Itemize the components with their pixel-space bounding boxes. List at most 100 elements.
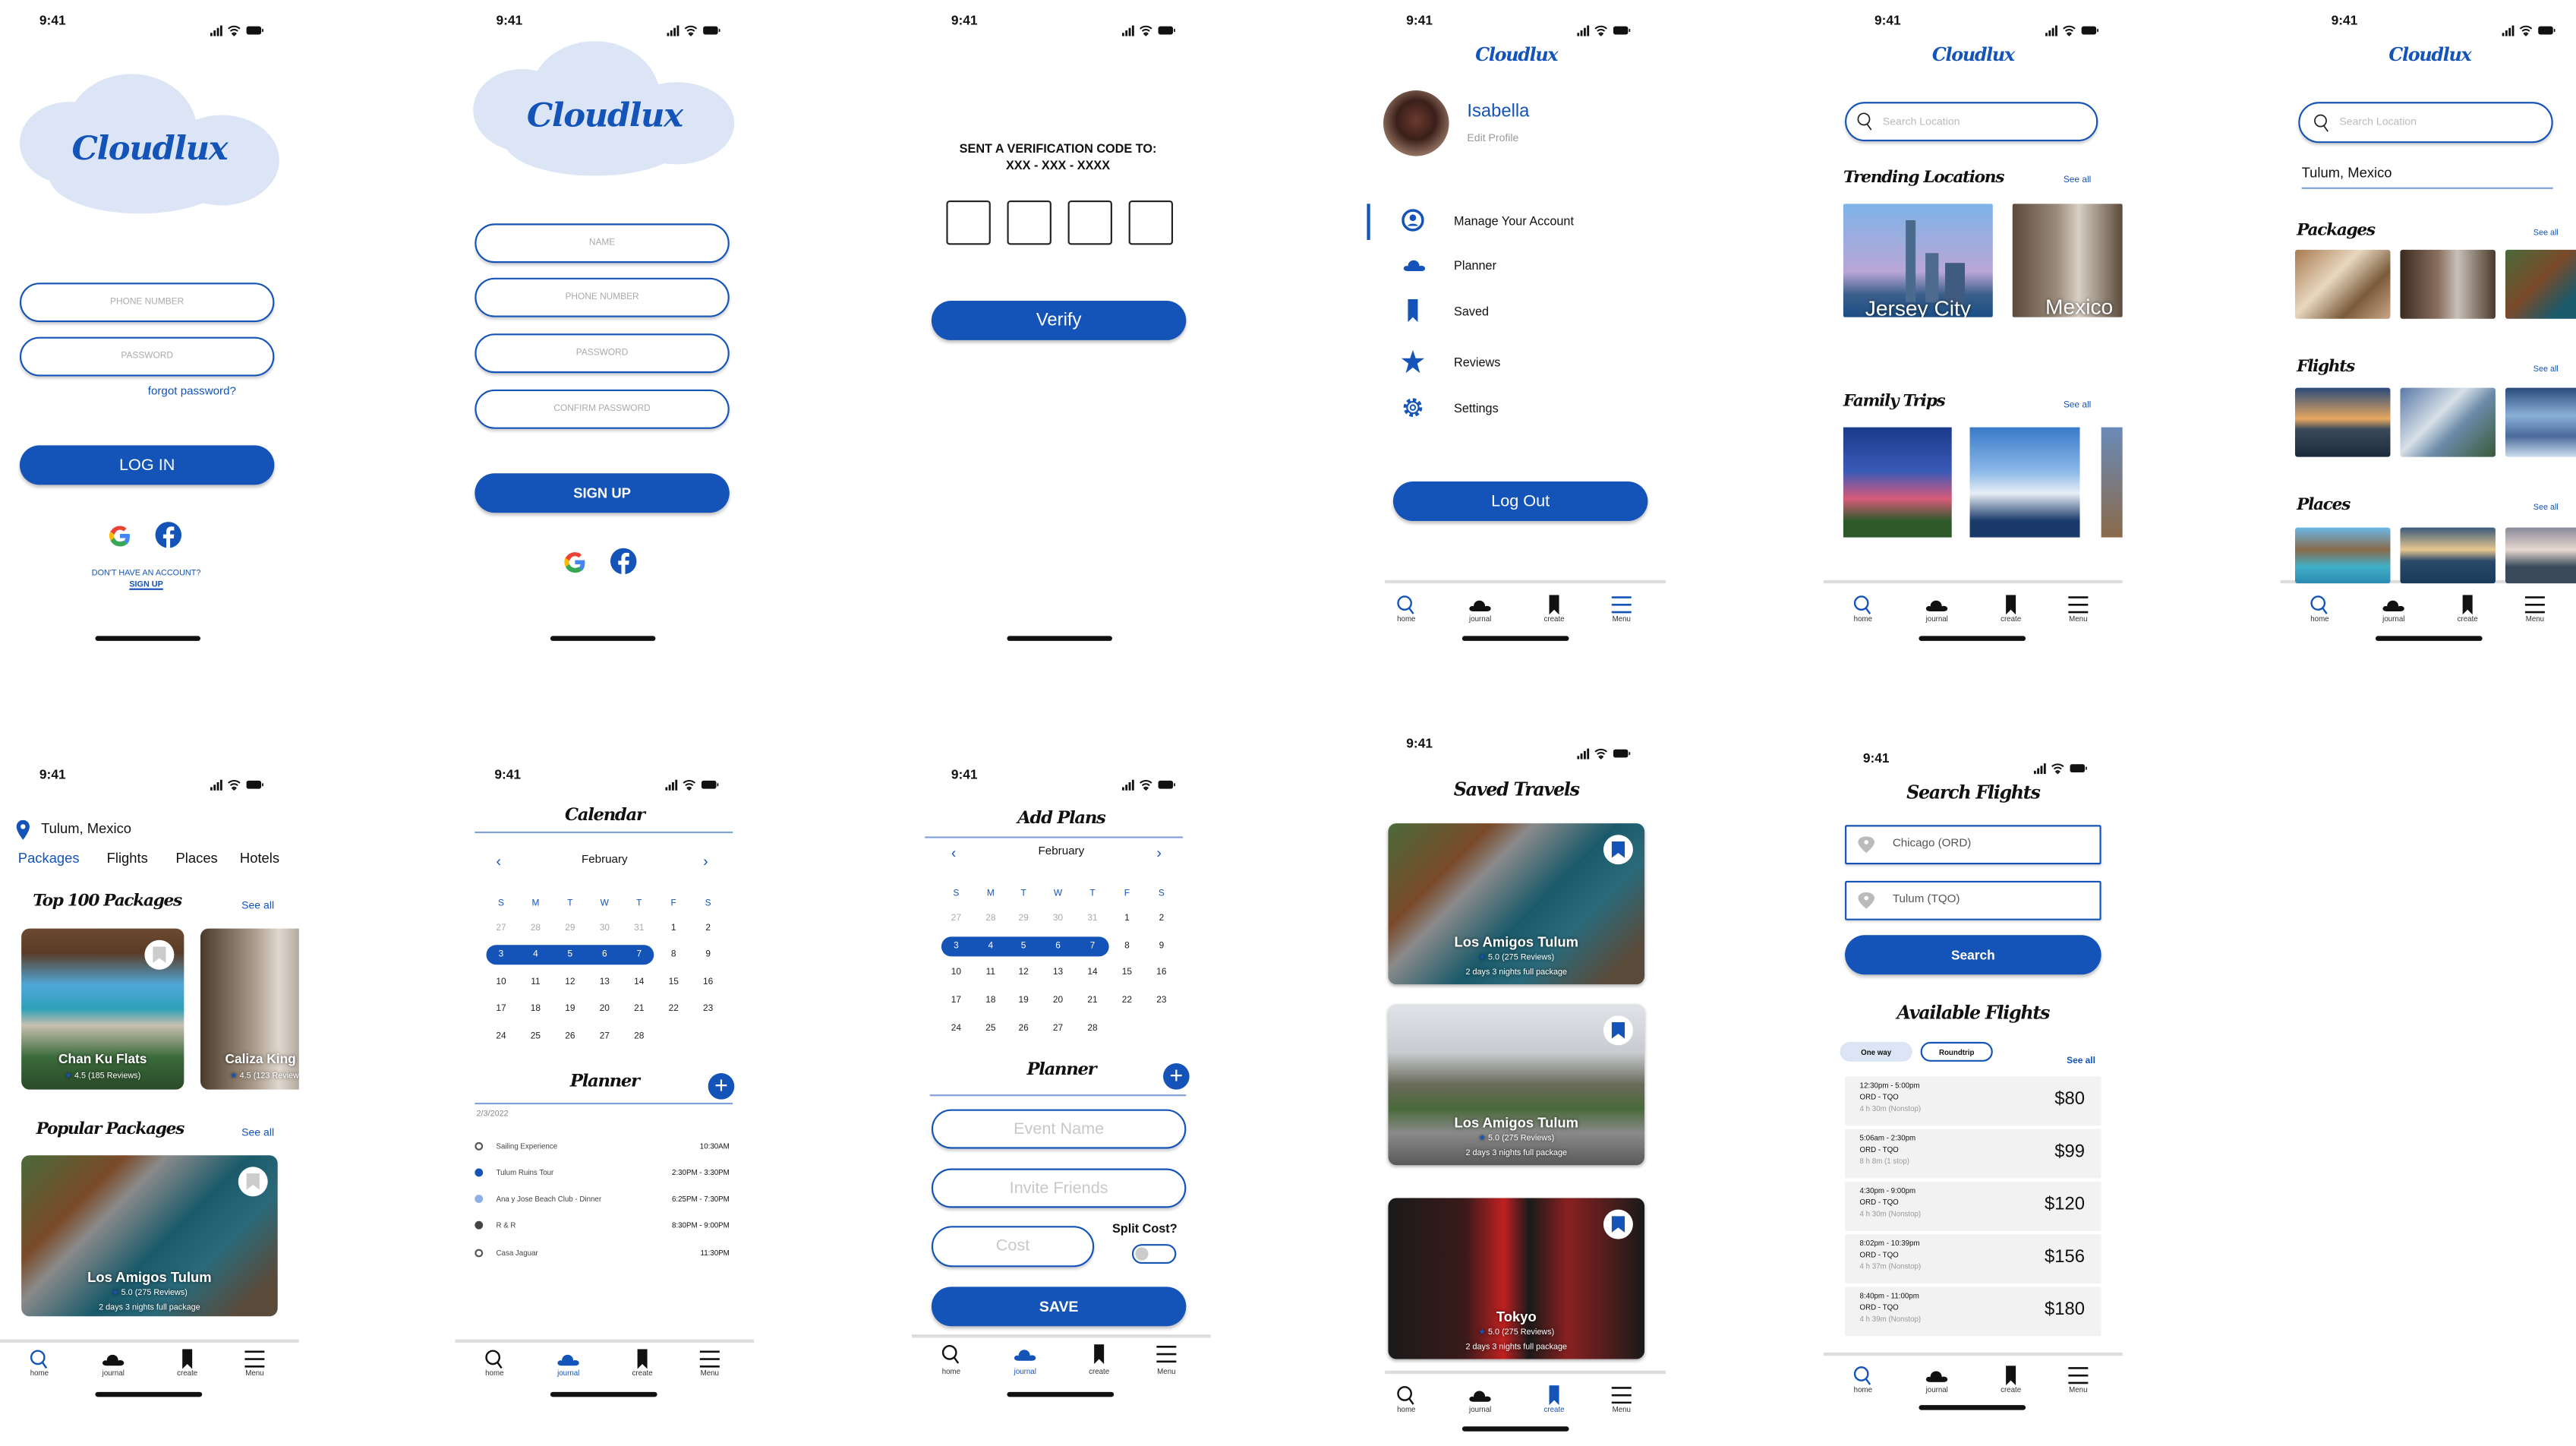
category-tab-packages[interactable]: Packages	[18, 850, 80, 867]
family-trips-see-all[interactable]: See all	[2064, 401, 2091, 411]
calendar-day[interactable]: 15	[662, 978, 685, 988]
calendar-day[interactable]: 18	[524, 1004, 547, 1014]
calendar-day[interactable]: 17	[490, 1004, 512, 1014]
code-digit-input[interactable]	[1128, 200, 1174, 245]
tab-menu[interactable]: Menu	[1611, 1384, 1632, 1416]
flight-result[interactable]: 5:06am - 2:30pm ORD - TQO 8 h 8m (1 stop) $…	[1845, 1129, 2101, 1179]
tab-journal[interactable]: journal	[1469, 593, 1491, 626]
places-thumbnail[interactable]	[2400, 527, 2496, 584]
calendar-day[interactable]: 27	[1046, 1024, 1069, 1034]
tab-menu[interactable]: Menu	[1156, 1343, 1177, 1375]
selected-location[interactable]: Tulum, Mexico	[2302, 164, 2392, 181]
add-plan-button[interactable]: +	[1163, 1062, 1190, 1090]
avatar[interactable]	[1383, 90, 1449, 156]
search-button[interactable]: Search	[1845, 935, 2101, 975]
family-trip-card[interactable]	[2101, 427, 2123, 538]
category-tab-hotels[interactable]: Hotels	[240, 850, 279, 867]
calendar-day[interactable]: 23	[1150, 996, 1173, 1006]
calendar-day[interactable]: 27	[944, 914, 967, 923]
calendar-day[interactable]: 11	[524, 978, 547, 988]
calendar-day[interactable]: 1	[1115, 914, 1138, 923]
family-trip-card[interactable]	[1969, 427, 2080, 538]
calendar-day[interactable]: 5	[559, 950, 582, 960]
menu-item-reviews[interactable]: Reviews	[1396, 349, 1643, 375]
tab-home[interactable]: home	[942, 1343, 960, 1375]
flights-thumbnail[interactable]	[2505, 387, 2576, 457]
calendar-day[interactable]: 28	[628, 1032, 651, 1042]
flight-result[interactable]: 12:30pm - 5:00pm ORD - TQO 4 h 30m (Nonsto…	[1845, 1076, 2101, 1126]
planner-event[interactable]: Casa Jaguar 11:30PM	[475, 1246, 731, 1260]
saved-travel-card[interactable]: Tokyo ★ 5.0 (275 Reviews) 2 days 3 nights …	[1388, 1198, 1645, 1359]
tab-menu[interactable]: Menu	[2068, 593, 2089, 626]
calendar-day[interactable]: 28	[1081, 1024, 1104, 1034]
flights-see-all[interactable]: See all	[2067, 1056, 2095, 1066]
flights-thumbnail[interactable]	[2400, 387, 2496, 457]
calendar-day[interactable]: 5	[1012, 942, 1035, 952]
menu-item-planner[interactable]: Planner	[1396, 251, 1643, 278]
calendar-day[interactable]: 15	[1115, 968, 1138, 978]
category-tab-places[interactable]: Places	[176, 850, 218, 867]
calendar-day[interactable]: 13	[1046, 968, 1069, 978]
tab-journal[interactable]: journal	[1014, 1343, 1036, 1375]
family-trip-card[interactable]	[1843, 427, 1952, 538]
calendar-day[interactable]: 12	[1012, 968, 1035, 978]
tab-journal[interactable]: journal	[1926, 1364, 1948, 1397]
calendar-day[interactable]: 7	[1081, 942, 1104, 952]
calendar-day[interactable]: 21	[1081, 996, 1104, 1006]
bookmark-button[interactable]	[1603, 1015, 1633, 1046]
places-thumbnail[interactable]	[2294, 527, 2391, 584]
calendar-day[interactable]: 19	[559, 1004, 582, 1014]
signup-field-phone-number[interactable]: PHONE NUMBER	[475, 277, 730, 317]
planner-event[interactable]: Ana y Jose Beach Club - Dinner 6:25PM - 7…	[475, 1192, 731, 1206]
calendar-day[interactable]: 25	[979, 1024, 1002, 1034]
section-see-all[interactable]: See all	[2533, 229, 2559, 238]
calendar-day[interactable]: 22	[662, 1004, 685, 1014]
tab-journal[interactable]: journal	[557, 1347, 579, 1380]
calendar-day[interactable]: 3	[490, 950, 512, 960]
calendar-day[interactable]: 24	[944, 1024, 967, 1034]
calendar-day[interactable]: 24	[490, 1032, 512, 1042]
destination-input[interactable]: Tulum (TQO)	[1845, 880, 2101, 920]
calendar-day[interactable]: 14	[628, 978, 651, 988]
code-digit-input[interactable]	[946, 200, 991, 245]
saved-travel-card[interactable]: Los Amigos Tulum ★ 5.0 (275 Reviews) 2 day…	[1388, 823, 1645, 985]
calendar-day[interactable]: 25	[524, 1032, 547, 1042]
tab-home[interactable]: home	[1854, 593, 1872, 626]
calendar-day[interactable]: 9	[1150, 942, 1173, 952]
save-button[interactable]: SAVE	[931, 1287, 1187, 1327]
places-thumbnail[interactable]	[2505, 527, 2576, 584]
tab-home[interactable]: home	[30, 1347, 49, 1380]
tab-journal[interactable]: journal	[2382, 593, 2404, 626]
calendar-day[interactable]: 30	[593, 923, 616, 933]
calendar-day[interactable]: 10	[490, 978, 512, 988]
calendar-day[interactable]: 6	[1046, 942, 1069, 952]
tab-create[interactable]: create	[2001, 593, 2021, 626]
tab-create[interactable]: create	[632, 1347, 653, 1380]
calendar-day[interactable]: 19	[1012, 996, 1035, 1006]
calendar-day[interactable]: 26	[1012, 1024, 1035, 1034]
calendar-day[interactable]: 2	[696, 923, 719, 933]
tab-create[interactable]: create	[1544, 593, 1565, 626]
calendar-day[interactable]: 28	[524, 923, 547, 933]
tab-home[interactable]: home	[1397, 1384, 1415, 1416]
flight-result[interactable]: 4:30pm - 9:00pm ORD - TQO 4 h 30m (Nonstop…	[1845, 1181, 2101, 1231]
tab-create[interactable]: create	[177, 1347, 197, 1380]
tab-home[interactable]: home	[1854, 1364, 1872, 1397]
saved-travel-card[interactable]: Los Amigos Tulum ★ 5.0 (275 Reviews) 2 day…	[1388, 1004, 1645, 1166]
origin-input[interactable]: Chicago (ORD)	[1845, 825, 2101, 865]
search-location-input[interactable]: Search Location	[1845, 102, 2098, 142]
calendar-day[interactable]: 11	[979, 968, 1002, 978]
logout-button[interactable]: Log Out	[1392, 481, 1648, 521]
packages-thumbnail[interactable]	[2294, 249, 2391, 319]
calendar-day[interactable]: 2	[1150, 914, 1173, 923]
calendar-day[interactable]: 17	[944, 996, 967, 1006]
tab-menu[interactable]: Menu	[2068, 1364, 2089, 1397]
calendar-day[interactable]: 8	[662, 950, 685, 960]
calendar-day[interactable]: 20	[1046, 996, 1069, 1006]
trip-type-roundtrip[interactable]: Roundtrip	[1920, 1041, 1993, 1062]
verify-button[interactable]: Verify	[931, 300, 1187, 340]
facebook-icon[interactable]	[154, 521, 182, 557]
password-input[interactable]: PASSWORD	[19, 336, 275, 377]
package-card[interactable]: Chan Ku Flats ★ 4.5 (185 Reviews)	[21, 928, 184, 1090]
bookmark-button[interactable]	[1603, 1209, 1633, 1239]
